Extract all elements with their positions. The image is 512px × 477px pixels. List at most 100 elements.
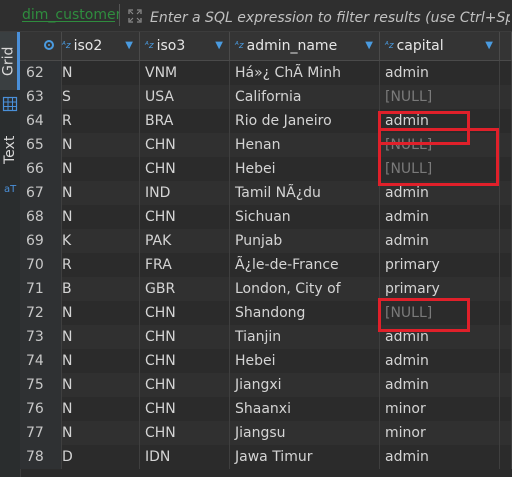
cell-capital[interactable]: admin [380,205,500,229]
cell-admin-name[interactable]: Shandong [230,301,380,325]
cell-admin-name[interactable]: London, City of [230,277,380,301]
cell-iso2[interactable]: N [62,205,140,229]
cell-iso3[interactable]: BRA [140,109,230,133]
cell-iso3[interactable]: IDN [140,445,230,469]
sort-arrow-icon[interactable]: ▼ [215,32,223,60]
cell-capital[interactable]: admin [380,61,500,85]
cell-iso3[interactable]: PAK [140,229,230,253]
cell-admin-name[interactable]: Sichuan [230,205,380,229]
row-number[interactable]: 65 [20,133,62,157]
cell-iso2[interactable]: R [62,253,140,277]
cell-capital[interactable]: admin [380,109,500,133]
table-row[interactable]: 64 R BRA Rio de Janeiro admin [20,109,512,133]
cell-admin-name[interactable]: Jawa Timur [230,445,380,469]
column-header-iso3[interactable]: ᴬz iso3 ▼ [140,32,230,60]
table-row[interactable]: 72 N CHN Shandong [NULL] [20,301,512,325]
cell-capital[interactable]: admin [380,349,500,373]
cell-iso2[interactable]: D [62,445,140,469]
row-number[interactable]: 67 [20,181,62,205]
cell-iso3[interactable]: CHN [140,421,230,445]
tab-grid[interactable]: Grid [0,32,20,90]
row-number[interactable]: 72 [20,301,62,325]
cell-iso3[interactable]: CHN [140,397,230,421]
table-row[interactable]: 68 N CHN Sichuan admin [20,205,512,229]
cell-iso3[interactable]: CHN [140,349,230,373]
table-row[interactable]: 66 N CHN Hebei [NULL] [20,157,512,181]
expand-filter-icon[interactable] [128,9,142,23]
cell-iso3[interactable]: CHN [140,373,230,397]
cell-iso2[interactable]: R [62,109,140,133]
cell-capital[interactable]: admin [380,445,500,469]
cell-capital[interactable]: primary [380,277,500,301]
cell-iso3[interactable]: CHN [140,157,230,181]
row-number[interactable]: 78 [20,445,62,469]
cell-iso3[interactable]: VNM [140,61,230,85]
row-number[interactable]: 74 [20,349,62,373]
sort-arrow-icon[interactable]: ▼ [365,32,373,60]
cell-iso2[interactable]: N [62,181,140,205]
row-number[interactable]: 76 [20,397,62,421]
cell-capital[interactable]: minor [380,421,500,445]
table-row[interactable]: 71 B GBR London, City of primary [20,277,512,301]
table-row[interactable]: 65 N CHN Henan [NULL] [20,133,512,157]
table-row[interactable]: 78 D IDN Jawa Timur admin [20,445,512,469]
cell-admin-name[interactable]: Há»¿ ChÃ­ Minh [230,61,380,85]
cell-iso2[interactable]: N [62,61,140,85]
table-name-tag[interactable]: dim_customers [0,4,120,26]
cell-iso3[interactable]: USA [140,85,230,109]
cell-iso2[interactable]: N [62,421,140,445]
row-number[interactable]: 64 [20,109,62,133]
table-row[interactable]: 62 N VNM Há»¿ ChÃ­ Minh admin [20,61,512,85]
cell-capital[interactable]: [NULL] [380,85,500,109]
cell-iso3[interactable]: FRA [140,253,230,277]
cell-admin-name[interactable]: California [230,85,380,109]
column-header-capital[interactable]: ᴬz capital ▼ [380,32,500,60]
table-row[interactable]: 70 R FRA Ã¿le-de-France primary [20,253,512,277]
sort-arrow-icon[interactable]: ▼ [125,32,133,60]
cell-admin-name[interactable]: Hebei [230,157,380,181]
cell-iso2[interactable]: N [62,301,140,325]
row-number[interactable]: 63 [20,85,62,109]
cell-iso2[interactable]: N [62,133,140,157]
cell-capital[interactable]: [NULL] [380,301,500,325]
cell-iso2[interactable]: K [62,229,140,253]
row-number[interactable]: 73 [20,325,62,349]
cell-iso3[interactable]: CHN [140,133,230,157]
table-row[interactable]: 67 N IND Tamil NÃ¿du admin [20,181,512,205]
cell-iso2[interactable]: B [62,277,140,301]
cell-iso3[interactable]: CHN [140,205,230,229]
column-header-admin-name[interactable]: ᴬz admin_name ▼ [230,32,380,60]
table-row[interactable]: 76 N CHN Shaanxi minor [20,397,512,421]
table-row[interactable]: 75 N CHN Jiangxi admin [20,373,512,397]
table-row[interactable]: 69 K PAK Punjab admin [20,229,512,253]
table-row[interactable]: 63 S USA California [NULL] [20,85,512,109]
row-selector-header[interactable] [20,32,62,60]
cell-capital[interactable]: [NULL] [380,157,500,181]
row-number[interactable]: 66 [20,157,62,181]
row-number[interactable]: 69 [20,229,62,253]
table-row[interactable]: 74 N CHN Hebei admin [20,349,512,373]
cell-capital[interactable]: [NULL] [380,133,500,157]
cell-iso2[interactable]: N [62,325,140,349]
cell-capital[interactable]: admin [380,325,500,349]
cell-iso3[interactable]: IND [140,181,230,205]
row-number[interactable]: 75 [20,373,62,397]
cell-capital[interactable]: admin [380,229,500,253]
cell-capital[interactable]: primary [380,253,500,277]
cell-admin-name[interactable]: Jiangsu [230,421,380,445]
cell-capital[interactable]: admin [380,181,500,205]
row-number[interactable]: 71 [20,277,62,301]
tab-text[interactable]: Text [0,128,20,172]
table-row[interactable]: 77 N CHN Jiangsu minor [20,421,512,445]
cell-admin-name[interactable]: Hebei [230,349,380,373]
cell-iso2[interactable]: N [62,349,140,373]
cell-admin-name[interactable]: Tianjin [230,325,380,349]
cell-iso2[interactable]: N [62,397,140,421]
cell-iso2[interactable]: S [62,85,140,109]
cell-admin-name[interactable]: Jiangxi [230,373,380,397]
cell-admin-name[interactable]: Henan [230,133,380,157]
cell-admin-name[interactable]: Rio de Janeiro [230,109,380,133]
cell-admin-name[interactable]: Tamil NÃ¿du [230,181,380,205]
cell-iso3[interactable]: CHN [140,325,230,349]
cell-admin-name[interactable]: Shaanxi [230,397,380,421]
